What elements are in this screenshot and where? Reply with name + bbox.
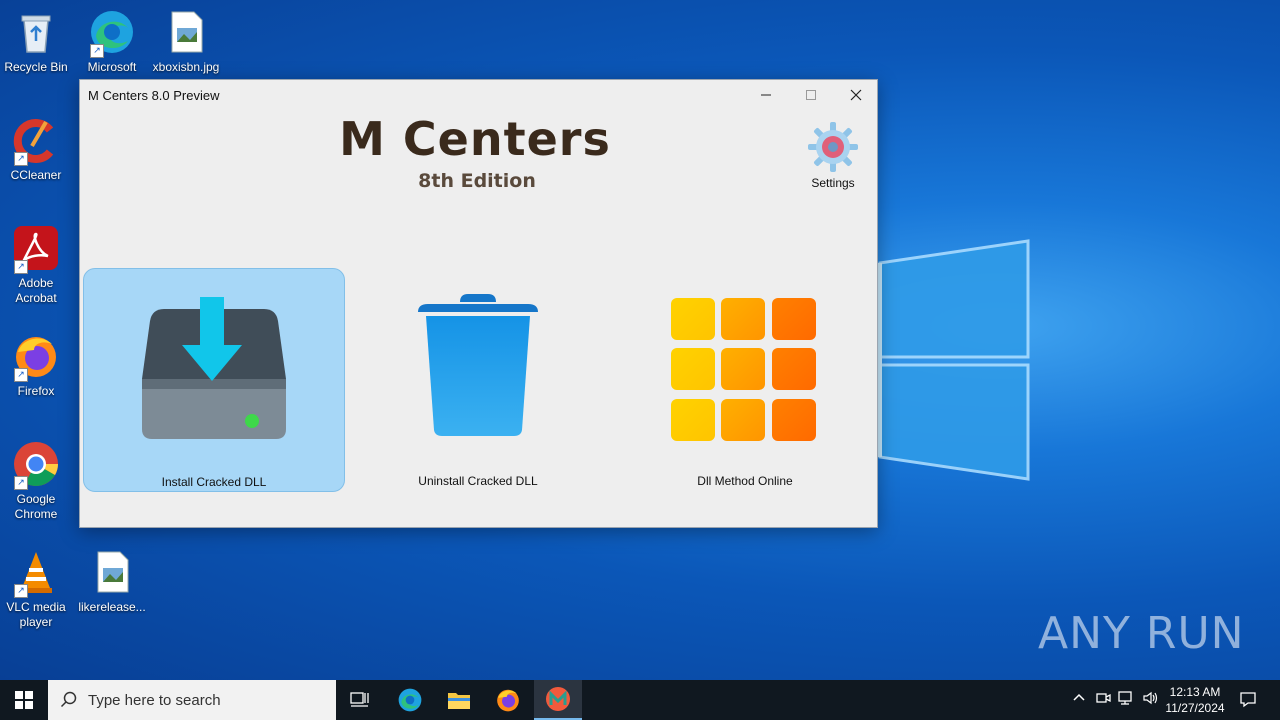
window-title: M Centers 8.0 Preview xyxy=(88,88,220,103)
recycle-bin-icon xyxy=(12,8,60,56)
firefox-icon xyxy=(497,689,519,712)
desktop-icon-label: Microsoft Edge xyxy=(87,60,137,74)
maximize-button[interactable] xyxy=(788,80,833,110)
edge-icon: ↗ xyxy=(88,8,136,58)
trash-can-icon xyxy=(348,268,608,458)
desktop-icon-likerelease[interactable]: likerelease... xyxy=(76,548,148,615)
taskbar: Type here to search 12:13 AM 11/27/2024 xyxy=(0,680,1280,720)
close-icon xyxy=(850,89,861,101)
taskbar-search-box[interactable]: Type here to search xyxy=(48,680,336,720)
tile-label: Dll Method Online xyxy=(697,474,793,488)
close-button[interactable] xyxy=(833,80,878,110)
task-view-icon xyxy=(350,692,369,707)
desktop-icon-label: Firefox xyxy=(17,384,55,398)
mcenters-window: M Centers 8.0 Preview M Centers 8th Edit… xyxy=(79,79,878,528)
taskbar-file-explorer[interactable] xyxy=(435,680,483,720)
desktop-icon-chrome[interactable]: ↗ Google Chrome xyxy=(0,440,72,522)
shortcut-arrow-icon: ↗ xyxy=(14,152,28,166)
network-icon[interactable] xyxy=(1117,690,1137,710)
desktop-icon-ccleaner[interactable]: ↗ CCleaner xyxy=(0,116,72,183)
mcenters-app-icon xyxy=(546,687,570,711)
windows-logo-wallpaper xyxy=(860,235,1035,485)
dll-method-online-tile[interactable]: Dll Method Online xyxy=(615,268,875,490)
settings-label: Settings xyxy=(811,176,855,190)
tile-label: Uninstall Cracked DLL xyxy=(418,474,538,488)
drive-download-icon xyxy=(84,269,344,459)
desktop-icon-xboxisbn[interactable]: xboxisbn.jpg xyxy=(150,8,222,75)
ccleaner-icon: ↗ xyxy=(12,116,60,166)
shortcut-arrow-icon: ↗ xyxy=(14,260,28,274)
minimize-button[interactable] xyxy=(743,80,788,110)
taskbar-mcenters[interactable] xyxy=(534,680,582,720)
image-file-icon xyxy=(162,8,210,56)
edge-icon xyxy=(398,688,422,712)
desktop-icon-label: Google Chrome xyxy=(14,492,58,521)
desktop-icon-label: Adobe Acrobat xyxy=(15,276,57,305)
shortcut-arrow-icon: ↗ xyxy=(14,368,28,382)
chrome-icon: ↗ xyxy=(12,440,60,490)
folder-icon xyxy=(448,693,470,709)
vlc-icon: ↗ xyxy=(12,548,60,598)
desktop-icon-recycle-bin[interactable]: Recycle Bin xyxy=(0,8,72,75)
taskbar-clock[interactable]: 12:13 AM 11/27/2024 xyxy=(1160,684,1230,716)
volume-icon[interactable] xyxy=(1141,690,1161,710)
shortcut-arrow-icon: ↗ xyxy=(14,476,28,490)
start-button[interactable] xyxy=(0,680,48,720)
gear-icon xyxy=(806,120,860,174)
desktop-icon-acrobat[interactable]: ↗ Adobe Acrobat xyxy=(0,224,72,306)
minimize-icon xyxy=(760,94,771,96)
desktop-icon-label: Recycle Bin xyxy=(4,60,68,74)
windows-start-icon xyxy=(15,691,33,709)
task-view-button[interactable] xyxy=(336,680,384,720)
clock-time: 12:13 AM xyxy=(1169,685,1221,699)
taskbar-edge[interactable] xyxy=(386,680,434,720)
show-hidden-icons-chevron-icon[interactable] xyxy=(1069,690,1089,710)
desktop-icon-edge[interactable]: ↗ Microsoft Edge xyxy=(76,8,148,75)
window-titlebar[interactable]: M Centers 8.0 Preview xyxy=(80,80,877,110)
clock-date: 11/27/2024 xyxy=(1165,701,1225,715)
image-file-icon xyxy=(88,548,136,596)
grid-apps-icon xyxy=(615,268,875,458)
desktop-icon-firefox[interactable]: ↗ Firefox xyxy=(0,332,72,399)
anyrun-watermark: ANY RUN xyxy=(1038,608,1245,659)
desktop-icon-label: VLC media player xyxy=(6,600,66,629)
desktop-icon-label: CCleaner xyxy=(10,168,62,182)
firefox-icon: ↗ xyxy=(12,332,60,382)
shortcut-arrow-icon: ↗ xyxy=(14,584,28,598)
app-brand-subtitle: 8th Edition xyxy=(418,170,536,192)
notifications-icon[interactable] xyxy=(1238,690,1258,710)
taskbar-firefox[interactable] xyxy=(484,680,532,720)
tile-label: Install Cracked DLL xyxy=(161,475,267,489)
search-placeholder: Type here to search xyxy=(88,692,221,709)
desktop-icon-vlc[interactable]: ↗ VLC media player xyxy=(0,548,72,630)
search-icon xyxy=(60,691,77,708)
settings-button[interactable]: Settings xyxy=(802,120,864,190)
desktop-icon-label: xboxisbn.jpg xyxy=(152,60,220,74)
install-cracked-dll-tile[interactable]: Install Cracked DLL xyxy=(83,268,345,492)
app-brand-title: M Centers xyxy=(339,112,611,166)
maximize-icon xyxy=(805,90,816,100)
acrobat-icon: ↗ xyxy=(12,224,60,274)
shortcut-arrow-icon: ↗ xyxy=(90,44,104,58)
uninstall-cracked-dll-tile[interactable]: Uninstall Cracked DLL xyxy=(348,268,608,490)
meet-now-icon[interactable] xyxy=(1093,690,1113,710)
desktop-icon-label: likerelease... xyxy=(78,600,146,614)
